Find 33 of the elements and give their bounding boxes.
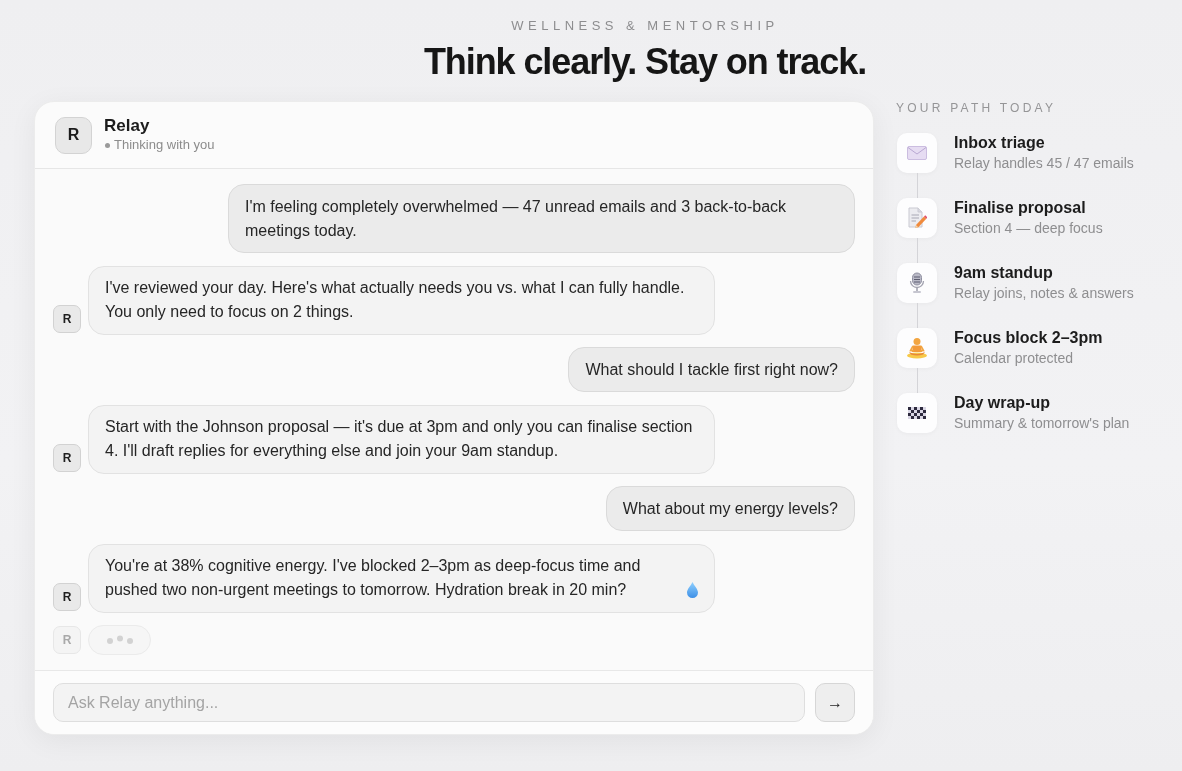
message-text: You're at 38% cognitive energy. I've blocked 2–3pm as deep-focus time and pushed two non-urgent meetings to tomorrow. Hydration break in 20 min? (105, 556, 642, 600)
assistant-name: Relay (104, 116, 151, 136)
step-subtitle: Calendar protected (954, 349, 1075, 368)
user-message: What should I tackle first right now? (568, 347, 855, 392)
message-text: Start with the Johnson proposal — it's due at 3pm and only you can finalise section 4. I'll draft replies for everything else and join your 9am standup. (105, 418, 693, 459)
user-message: I'm feeling completely overwhelmed — 47 unread emails and 3 back-to-back meetings today. (228, 184, 855, 253)
avatar: R (55, 116, 92, 154)
step-title: Day wrap-up (954, 393, 1051, 413)
page-title: Think clearly. Stay on track. (423, 40, 867, 84)
message-input[interactable]: Ask Relay anything... (53, 683, 805, 722)
step-subtitle: Relay joins, notes & answers (954, 284, 1134, 303)
typing-dots-icon (105, 635, 134, 645)
meditating-figure-icon (897, 328, 937, 368)
step-subtitle: Summary & tomorrow's plan (954, 414, 1130, 433)
envelope-icon (897, 133, 937, 173)
step-title: Finalise proposal (954, 198, 1087, 218)
avatar: R (53, 304, 81, 333)
step-title: Inbox triage (954, 133, 1046, 153)
water-drop-icon (687, 582, 698, 598)
eyebrow-label: WELLNESS & MENTORSHIP (511, 17, 779, 35)
step-subtitle: Section 4 — deep focus (954, 219, 1103, 238)
step-title: 9am standup (954, 263, 1054, 283)
user-message: What about my energy levels? (605, 486, 855, 531)
microphone-icon (897, 263, 937, 303)
send-button[interactable]: → (815, 683, 855, 722)
section-title: YOUR PATH TODAY (896, 101, 1058, 115)
step-title: Focus block 2–3pm (954, 328, 1103, 348)
step-subtitle: Relay handles 45 / 47 emails (954, 154, 1134, 173)
message-text: I've reviewed your day. Here's what actually needs you vs. what I can fully handle. You only need to focus on 2 things. (105, 279, 685, 320)
avatar: R (53, 626, 81, 654)
assistant-status: Thinking with you (114, 136, 215, 154)
avatar: R (53, 582, 81, 611)
avatar: R (53, 443, 81, 472)
